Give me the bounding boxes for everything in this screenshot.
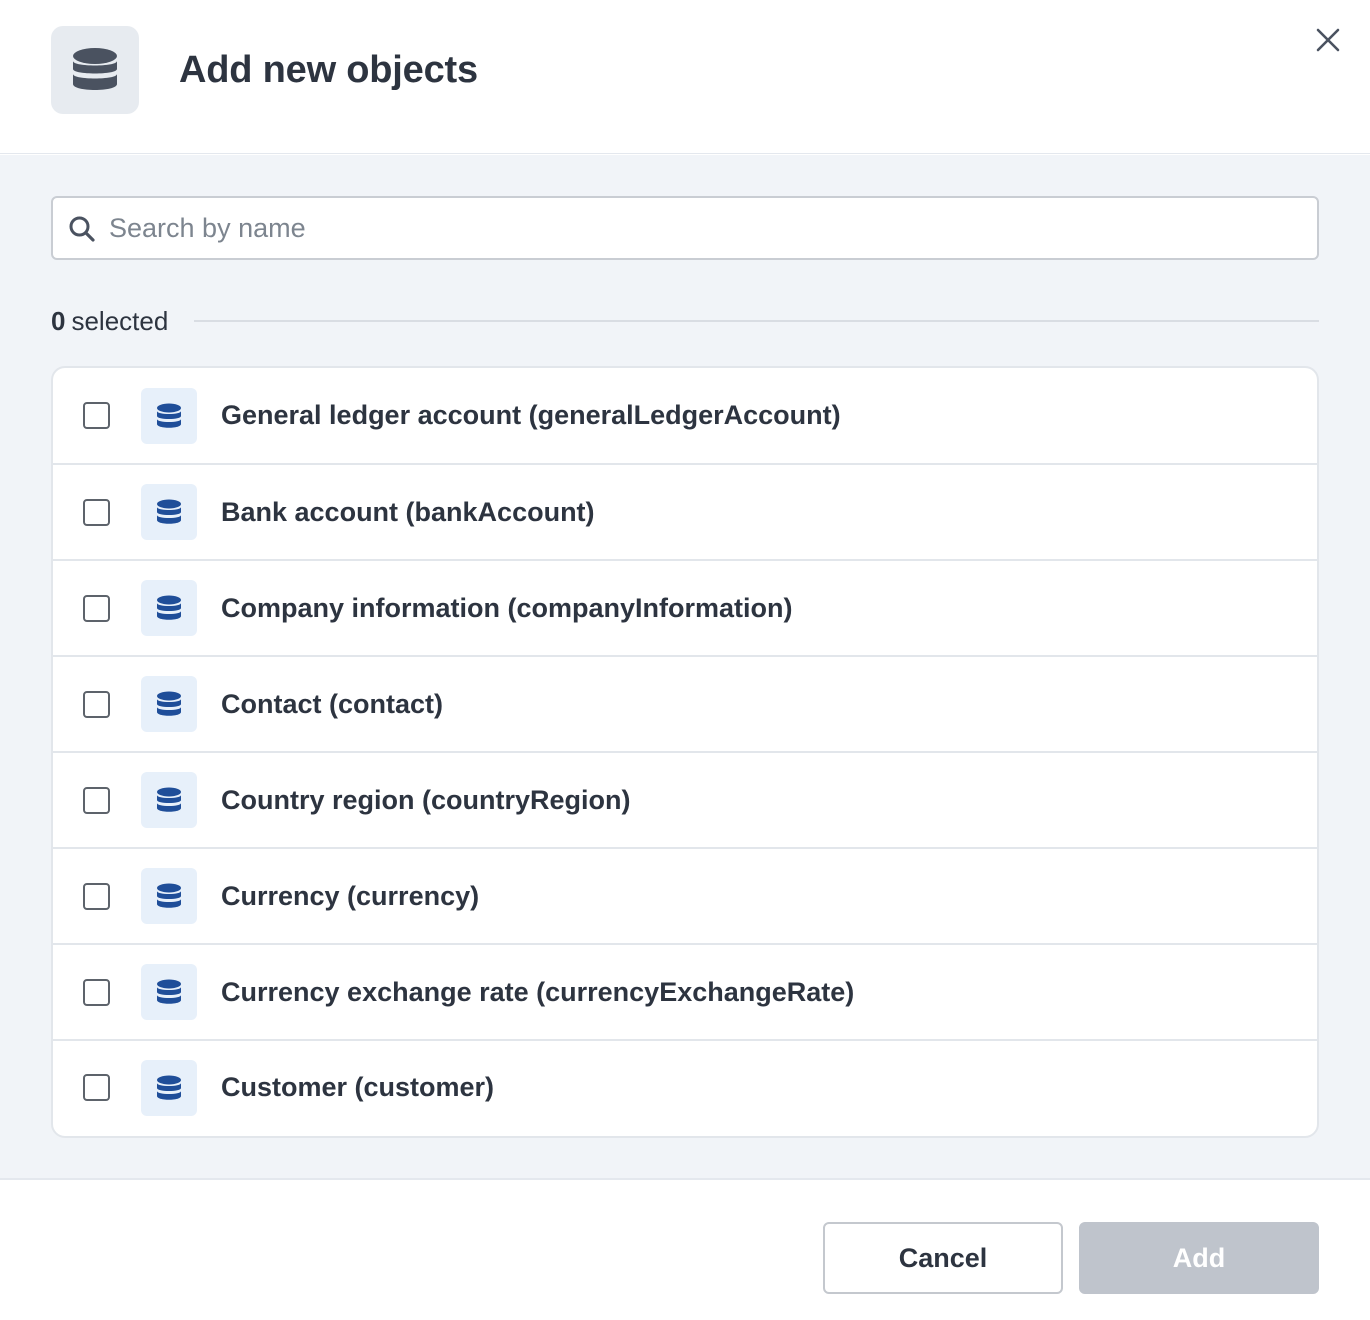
- list-item[interactable]: Currency (currency): [53, 849, 1317, 945]
- close-button[interactable]: [1308, 20, 1348, 60]
- item-label: Country region (countryRegion): [221, 784, 631, 815]
- item-checkbox[interactable]: [83, 978, 110, 1006]
- item-checkbox[interactable]: [83, 594, 110, 622]
- dialog-body: 0 selected General ledger account (gener…: [0, 155, 1370, 1178]
- item-label: Currency (currency): [221, 880, 480, 911]
- item-checkbox[interactable]: [83, 402, 110, 429]
- search-icon: [69, 216, 95, 242]
- cancel-button[interactable]: Cancel: [823, 1222, 1063, 1294]
- add-objects-dialog: Add new objects 0 selected General ledge…: [0, 0, 1370, 1320]
- database-icon: [141, 484, 197, 540]
- item-label: Customer (customer): [221, 1072, 495, 1102]
- database-icon: [141, 964, 197, 1020]
- item-label: General ledger account (generalLedgerAcc…: [221, 400, 841, 430]
- database-icon: [141, 387, 197, 444]
- database-icon: [141, 772, 197, 828]
- list-item[interactable]: Currency exchange rate (currencyExchange…: [53, 945, 1317, 1041]
- selected-count: 0: [51, 305, 66, 336]
- item-label: Contact (contact): [221, 688, 443, 719]
- search-input[interactable]: [109, 202, 1299, 254]
- item-label: Company information (companyInformation): [221, 592, 793, 623]
- search-box: [51, 196, 1319, 260]
- dialog-header: Add new objects: [0, 0, 1370, 154]
- database-icon: [141, 868, 197, 924]
- divider: [194, 320, 1319, 322]
- item-label: Currency exchange rate (currencyExchange…: [221, 976, 855, 1007]
- item-checkbox[interactable]: [83, 690, 110, 718]
- list-item[interactable]: Customer (customer): [53, 1041, 1317, 1134]
- add-button[interactable]: Add: [1079, 1222, 1319, 1294]
- item-label: Bank account (bankAccount): [221, 496, 595, 527]
- dialog-title: Add new objects: [179, 49, 478, 91]
- selection-summary: 0 selected: [51, 303, 1319, 339]
- close-icon: [1316, 28, 1340, 52]
- database-icon: [141, 580, 197, 636]
- database-icon: [141, 676, 197, 732]
- database-icon: [141, 1059, 197, 1116]
- list-item[interactable]: Country region (countryRegion): [53, 753, 1317, 849]
- dialog-footer: Cancel Add: [0, 1178, 1370, 1320]
- list-item[interactable]: Bank account (bankAccount): [53, 465, 1317, 561]
- list-item[interactable]: Contact (contact): [53, 657, 1317, 753]
- database-icon: [51, 26, 139, 114]
- list-item[interactable]: General ledger account (generalLedgerAcc…: [53, 368, 1317, 465]
- selected-label: selected: [71, 305, 169, 336]
- item-checkbox[interactable]: [83, 1074, 110, 1101]
- list-item[interactable]: Company information (companyInformation): [53, 561, 1317, 657]
- item-checkbox[interactable]: [83, 786, 110, 814]
- object-list: General ledger account (generalLedgerAcc…: [51, 366, 1319, 1138]
- item-checkbox[interactable]: [83, 498, 110, 526]
- item-checkbox[interactable]: [83, 882, 110, 910]
